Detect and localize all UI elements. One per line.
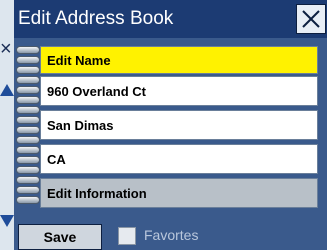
section-edit-name-label: Edit Name xyxy=(47,53,111,68)
background-close-icon: × xyxy=(0,38,12,60)
edit-address-dialog: Edit Address Book Edit Name 960 Overland… xyxy=(14,0,327,250)
close-button[interactable] xyxy=(296,4,326,34)
street-value: 960 Overland Ct xyxy=(47,84,146,99)
state-value: CA xyxy=(47,152,66,167)
close-icon xyxy=(302,10,320,28)
section-edit-information[interactable]: Edit Information xyxy=(40,178,318,208)
state-field[interactable]: CA xyxy=(40,144,318,174)
scroll-up-icon xyxy=(0,84,14,96)
dialog-title: Edit Address Book xyxy=(18,8,174,29)
spiral-binding-icon xyxy=(16,44,40,216)
section-edit-name: Edit Name xyxy=(40,46,318,74)
bottom-bar: Save Favortes xyxy=(14,222,327,250)
favorites-label: Favortes xyxy=(144,227,199,243)
street-field[interactable]: 960 Overland Ct xyxy=(40,76,318,106)
scroll-down-icon xyxy=(0,215,14,227)
city-value: San Dimas xyxy=(47,118,114,133)
title-bar: Edit Address Book xyxy=(14,0,327,38)
section-edit-information-label: Edit Information xyxy=(47,186,147,201)
city-field[interactable]: San Dimas xyxy=(40,110,318,140)
save-button[interactable]: Save xyxy=(18,224,102,250)
favorites-checkbox[interactable] xyxy=(118,227,136,245)
